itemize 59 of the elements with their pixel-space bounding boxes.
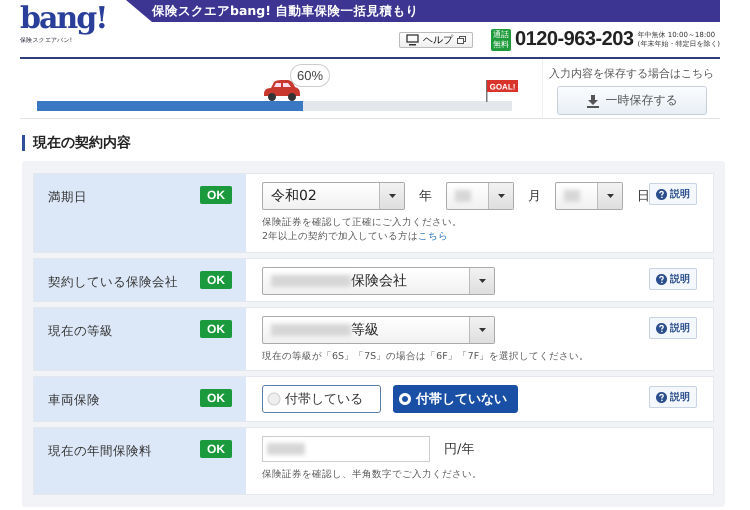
caret-icon: [498, 194, 504, 198]
dropdown[interactable]: 令和02: [262, 182, 405, 210]
new-window-icon: [456, 36, 466, 44]
site-title: 保険スクエアbang! 自動車保険一括見積もり: [152, 3, 418, 18]
dropdown[interactable]: 保険会社: [262, 267, 495, 295]
monitor-icon: [406, 34, 419, 46]
blurred-value: [267, 443, 305, 455]
explain-button[interactable]: 説明: [649, 386, 697, 408]
field-label: 満期日: [48, 189, 87, 206]
radio-option[interactable]: 付帯している: [262, 385, 381, 413]
dropdown[interactable]: [555, 182, 623, 210]
caret-icon: [606, 194, 614, 198]
hint-text: 保険証券を確認し、半角数字でご入力ください。: [262, 468, 483, 482]
explain-button[interactable]: 説明: [649, 183, 697, 205]
unit-label: 月: [528, 188, 541, 205]
hint-text: 2年以上の契約で加入している方は こちら: [262, 230, 450, 244]
save-hint: 入力内容を保存する場合はこちら: [549, 66, 714, 81]
radio-icon: [398, 392, 412, 406]
caret-icon: [388, 194, 396, 198]
phone-number: 0120-963-203: [514, 28, 634, 51]
unit-label: 日: [637, 188, 650, 205]
explain-button[interactable]: 説明: [649, 317, 697, 339]
radio-option[interactable]: 付帯していない: [393, 385, 518, 413]
field-label: 現在の等級: [48, 323, 113, 340]
caret-icon: [478, 279, 486, 283]
goal-flag: GOAL!: [485, 78, 519, 102]
save-button[interactable]: 一時保存する: [556, 86, 706, 115]
download-icon: [586, 94, 600, 108]
status-badge: OK: [200, 389, 232, 407]
percent-bubble: 60%: [290, 64, 330, 87]
status-badge: OK: [200, 320, 232, 338]
field-label: 現在の年間保険料: [48, 443, 152, 460]
hint-text: 保険証券を確認して正確にご入力ください。: [262, 216, 463, 230]
toll-free-badge: 通話 無料: [490, 28, 511, 50]
dropdown[interactable]: [446, 182, 514, 210]
blurred-value: [564, 190, 580, 202]
explain-button[interactable]: 説明: [649, 268, 697, 290]
unit-label: 年: [419, 188, 432, 205]
help-button[interactable]: ヘルプ: [398, 32, 473, 48]
field-label: 車両保険: [48, 392, 100, 409]
section-title: 現在の契約内容: [22, 135, 725, 151]
logo-text[interactable]: bang!: [20, 2, 106, 36]
question-icon: [656, 322, 667, 334]
status-badge: OK: [200, 440, 232, 458]
field-label: 契約している保険会社: [48, 274, 178, 291]
input-field[interactable]: [262, 436, 430, 462]
question-icon: [656, 392, 667, 402]
status-badge: OK: [200, 271, 232, 289]
unit-label: 円/年: [444, 441, 474, 458]
status-badge: OK: [200, 186, 232, 204]
dropdown[interactable]: 等級: [262, 316, 495, 344]
question-icon: [656, 188, 667, 200]
caret-icon: [478, 328, 486, 332]
car-icon: [262, 79, 302, 102]
radio-icon: [267, 392, 281, 406]
blurred-value: [455, 190, 471, 202]
hint-text: 現在の等級が「6S」「7S」の場合は「6F」「7F」を選択してください。: [262, 350, 590, 364]
question-icon: [656, 274, 667, 284]
link[interactable]: こちら: [418, 231, 448, 242]
